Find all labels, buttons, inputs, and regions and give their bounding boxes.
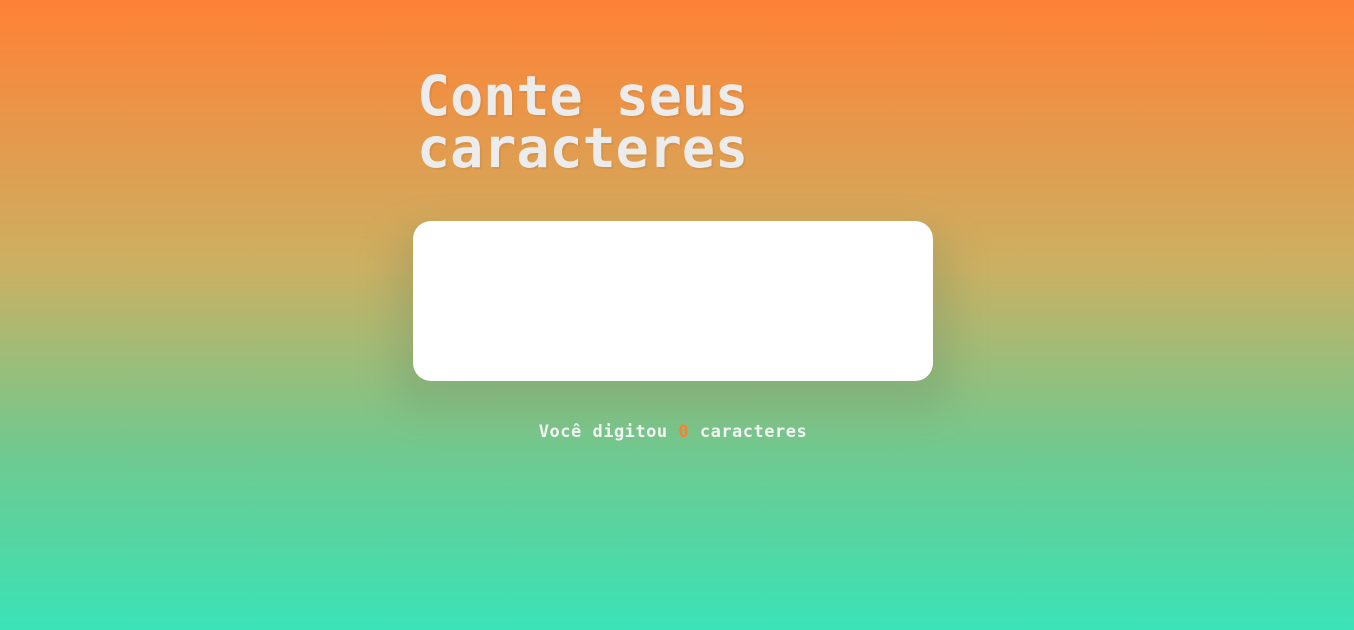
- main-container: Conte seus caracteres Você digitou 0 car…: [393, 64, 953, 442]
- counter-suffix: caracteres: [689, 422, 808, 442]
- character-counter: Você digitou 0 caracteres: [413, 422, 933, 442]
- page-title: Conte seus caracteres: [413, 64, 933, 180]
- page-title-line-1: Conte seus: [417, 64, 749, 128]
- text-input[interactable]: [413, 221, 933, 381]
- counter-value: 0: [678, 422, 690, 442]
- page-title-line-2: caracteres: [417, 116, 749, 180]
- text-input-wrapper: [393, 221, 953, 411]
- counter-prefix: Você digitou: [538, 422, 679, 442]
